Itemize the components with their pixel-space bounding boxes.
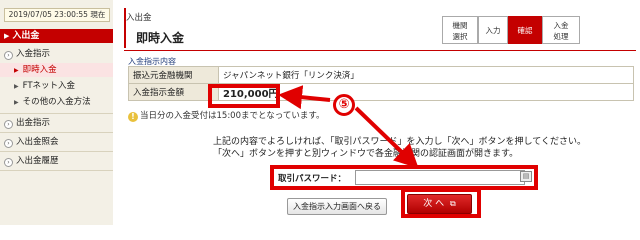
sidebar-item-label: FTネット入金	[22, 81, 76, 91]
circle-arrow-icon: ›	[4, 139, 13, 148]
highlight-next-button	[401, 188, 481, 218]
triangle-right-icon: ▶	[14, 99, 19, 106]
table-row: 入金指示金額 210,000円	[128, 83, 634, 101]
triangle-right-icon: ▶	[14, 67, 19, 74]
triangle-right-icon: ▶	[14, 83, 19, 90]
warning-icon: !	[128, 112, 138, 122]
deposit-amount-cell: 210,000円	[218, 83, 634, 101]
step-label: 入金	[553, 21, 569, 30]
title-divider	[124, 50, 636, 51]
step-label: 選択	[452, 32, 468, 41]
back-to-input-button[interactable]: 入金指示入力画面へ戻る	[287, 198, 387, 215]
instructions: 上記の内容でよろしければ、「取引パスワード」を入力し「次へ」ボタンを押してくださ…	[213, 136, 586, 160]
sidebar-item-other-deposit-methods[interactable]: ▶ その他の入金方法	[0, 95, 113, 109]
highlight-password	[270, 165, 538, 190]
chevron-right-icon: ▶	[4, 32, 10, 40]
step-confirm-current: 確認	[508, 16, 542, 44]
row-value: ジャパンネット銀行「リンク決済」	[218, 66, 634, 84]
page-title: 即時入金	[136, 31, 185, 45]
step-label: 確認	[517, 26, 533, 35]
sidebar-item-transaction-history[interactable]: › 入出金履歴	[0, 154, 113, 168]
instruction-line: 「次へ」ボタンを押すと別ウィンドウで各金融機関の認証画面が開きます。	[213, 149, 519, 159]
divider	[0, 170, 113, 171]
step-marker: ⑤	[333, 94, 355, 116]
sidebar-header-deposit-withdrawal[interactable]: ▶ 入出金	[0, 29, 113, 43]
step-input: 入力	[478, 16, 508, 44]
step-label: 処理	[553, 32, 569, 41]
sidebar-item-label: 入出金履歴	[16, 156, 59, 166]
row-label: 入金指示金額	[128, 83, 219, 101]
current-datetime: 2019/07/05 23:00:55 現在	[4, 8, 110, 22]
sidebar-item-label: 入出金照会	[16, 137, 59, 147]
sidebar-item-ft-net-deposit[interactable]: ▶ FTネット入金	[0, 79, 113, 93]
step-label: 入力	[485, 26, 501, 35]
highlight-amount	[208, 84, 280, 108]
sidebar-item-label: 即時入金	[22, 65, 57, 75]
divider	[0, 151, 113, 152]
instruction-line: 上記の内容でよろしければ、「取引パスワード」を入力し「次へ」ボタンを押してくださ…	[213, 137, 586, 147]
divider	[0, 113, 113, 114]
sidebar-header-label: 入出金	[12, 31, 40, 41]
circle-arrow-icon: ›	[4, 120, 13, 129]
sidebar-item-deposit-instruction[interactable]: › 入金指示	[0, 47, 113, 61]
divider	[0, 132, 113, 133]
circle-arrow-icon: ›	[4, 158, 13, 167]
sidebar-item-instant-deposit[interactable]: ▶ 即時入金	[0, 63, 113, 77]
sidebar-item-withdrawal-instruction[interactable]: › 出金指示	[0, 116, 113, 130]
progress-steps: 機関 選択 入力 確認 入金 処理	[442, 16, 580, 46]
breadcrumb: 入出金	[126, 13, 152, 23]
step-select-institution: 機関 選択	[442, 16, 478, 44]
deadline-note-text: 当日分の入金受付は15:00までとなっています。	[140, 111, 325, 121]
deposit-details-table: 振込元金融機関 ジャパンネット銀行「リンク決済」 入金指示金額 210,000円	[128, 66, 634, 101]
step-deposit-processing: 入金 処理	[542, 16, 580, 44]
sidebar-item-transaction-inquiry[interactable]: › 入出金照会	[0, 135, 113, 149]
sidebar-item-label: その他の入金方法	[22, 97, 91, 107]
table-row: 振込元金融機関 ジャパンネット銀行「リンク決済」	[128, 66, 634, 84]
sidebar: 2019/07/05 23:00:55 現在 ▶ 入出金 › 入金指示 ▶ 即時入金 …	[0, 0, 113, 225]
step-label: 機関	[452, 21, 468, 30]
sidebar-item-label: 入金指示	[16, 49, 51, 59]
deadline-note: ! 当日分の入金受付は15:00までとなっています。	[128, 109, 324, 122]
row-label: 振込元金融機関	[128, 66, 219, 84]
circle-arrow-icon: ›	[4, 51, 13, 60]
sidebar-item-label: 出金指示	[16, 118, 51, 128]
